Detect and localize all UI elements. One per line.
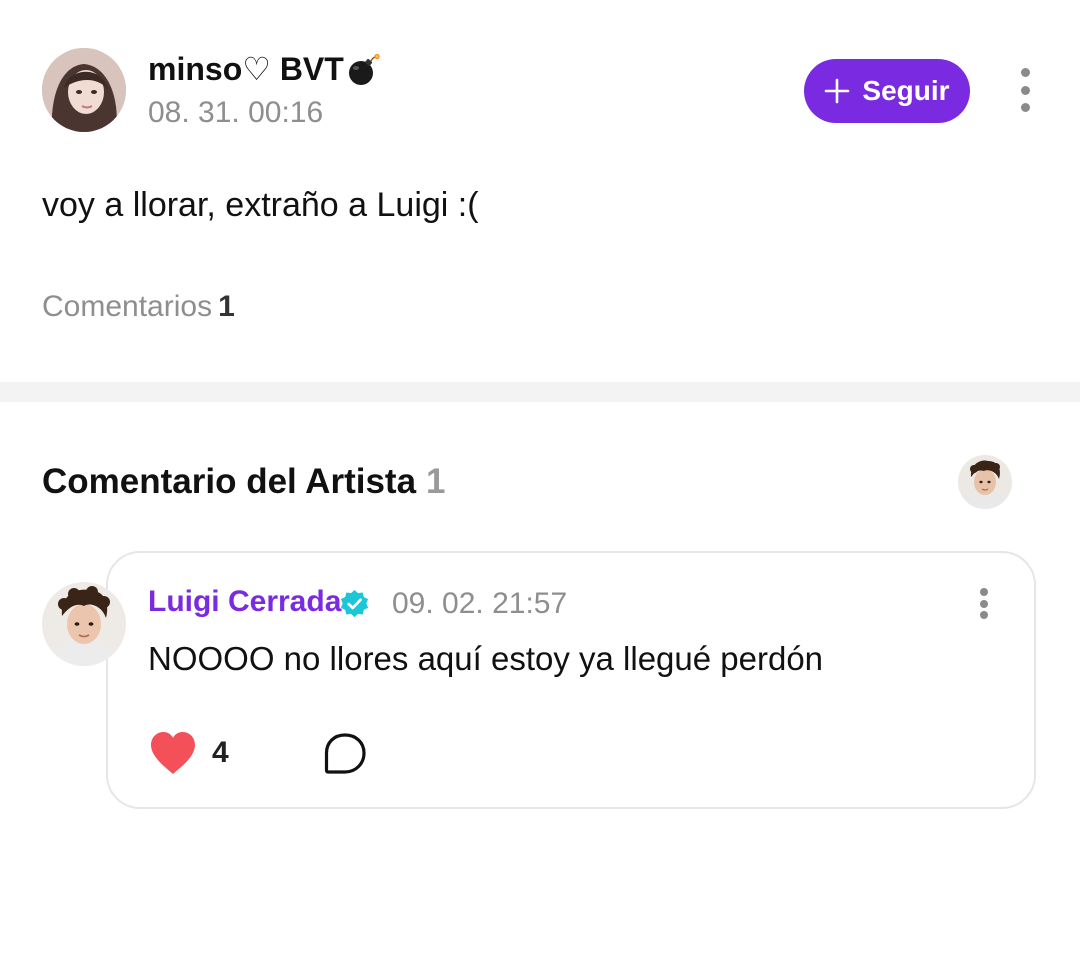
reply-bubble-icon[interactable] <box>323 732 367 776</box>
commenter-name[interactable]: Luigi Cerrada <box>148 585 341 619</box>
verified-badge-icon <box>339 589 370 620</box>
artist-avatar-small-image <box>958 455 1012 509</box>
commenter-avatar-image <box>42 582 126 666</box>
dot <box>1020 68 1030 77</box>
post-date: 08. 31. 00:16 <box>148 96 324 129</box>
comments-label: Comentarios <box>42 290 213 323</box>
comment-more-options-icon[interactable] <box>969 588 999 619</box>
dot <box>1020 85 1030 95</box>
like-count: 4 <box>212 736 229 769</box>
dot <box>980 588 988 596</box>
section-divider <box>0 382 1080 402</box>
post-header: minso♡ BVT 08. 31. 00:16 Seguir <box>0 0 1080 170</box>
plus-icon <box>824 78 850 104</box>
comments-number: 1 <box>218 290 235 323</box>
artist-comments-title-text: Comentario del Artista <box>42 462 417 501</box>
commenter-avatar[interactable] <box>42 582 126 666</box>
author-avatar-image <box>42 48 126 132</box>
follow-button[interactable]: Seguir <box>804 59 970 123</box>
dot <box>980 611 988 619</box>
comment-text: NOOOO no llores aquí estoy ya llegué per… <box>148 640 824 677</box>
dot <box>1020 103 1030 112</box>
author-name-text: minso♡ BVT <box>148 51 344 87</box>
author-avatar[interactable] <box>42 48 126 132</box>
post-more-options-icon[interactable] <box>1010 68 1040 112</box>
comment-date: 09. 02. 21:57 <box>392 587 568 620</box>
artist-avatar-small[interactable] <box>958 455 1012 509</box>
dot <box>980 599 988 608</box>
heart-icon[interactable] <box>149 730 197 776</box>
post-text: voy a llorar, extraño a Luigi :( <box>42 186 479 224</box>
bomb-icon <box>346 53 380 87</box>
artist-comments-count: 1 <box>426 462 446 501</box>
author-name[interactable]: minso♡ BVT <box>148 50 380 88</box>
comments-count[interactable]: Comentarios 1 <box>42 290 235 324</box>
follow-button-label: Seguir <box>862 75 950 106</box>
artist-comments-title: Comentario del Artista 1 <box>42 462 446 502</box>
